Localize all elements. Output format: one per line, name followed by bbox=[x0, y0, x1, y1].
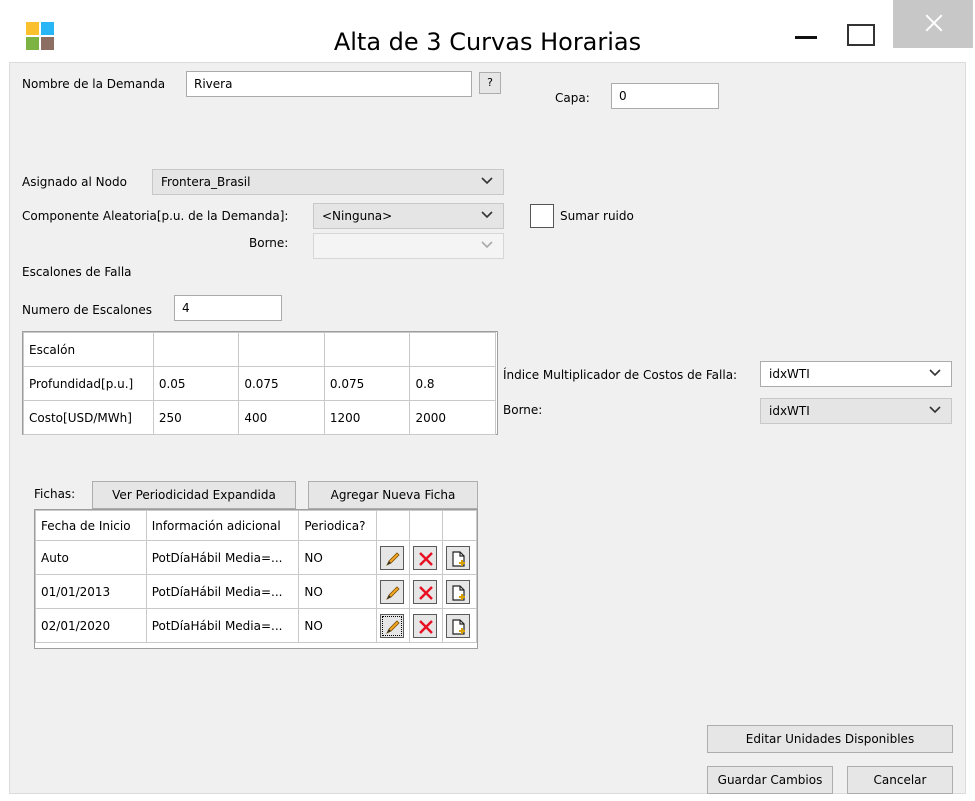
table-row: Costo[USD/MWh] 250 400 1200 2000 bbox=[23, 400, 496, 435]
help-button[interactable]: ? bbox=[479, 72, 501, 94]
edit-pencil-icon[interactable] bbox=[380, 579, 405, 604]
indice-label: Índice Multiplicador de Costos de Falla: bbox=[503, 368, 738, 382]
table-cell[interactable]: 0.075 bbox=[323, 366, 411, 401]
delete-x-icon[interactable] bbox=[413, 613, 438, 638]
cancelar-button[interactable]: Cancelar bbox=[847, 766, 953, 794]
table-cell[interactable] bbox=[409, 332, 496, 367]
agregar-ficha-button[interactable]: Agregar Nueva Ficha bbox=[308, 481, 478, 509]
nodo-select-value: Frontera_Brasil bbox=[161, 175, 251, 189]
delete-x-icon[interactable] bbox=[413, 579, 438, 604]
table-cell[interactable]: 1200 bbox=[323, 400, 411, 435]
indice-select-value: idxWTI bbox=[769, 367, 810, 381]
edit-pencil-icon[interactable] bbox=[380, 613, 405, 638]
delete-x-icon[interactable] bbox=[413, 545, 438, 570]
info-cell[interactable]: PotDíaHábil Media=... bbox=[145, 574, 300, 609]
minimize-button[interactable] bbox=[780, 0, 834, 48]
periodica-cell[interactable]: NO bbox=[298, 574, 378, 609]
table-row: Fecha de Inicio Información adicional Pe… bbox=[35, 510, 477, 541]
numero-escalones-input[interactable]: 4 bbox=[174, 295, 282, 321]
title-bar: Alta de 3 Curvas Horarias bbox=[0, 0, 975, 62]
profundidad-label: Profundidad[p.u.] bbox=[23, 366, 154, 401]
column-header: Información adicional bbox=[145, 510, 300, 541]
escalones-section-label: Escalones de Falla bbox=[22, 265, 132, 279]
copy-document-icon[interactable] bbox=[446, 613, 471, 638]
componente-select[interactable]: <Ninguna> bbox=[313, 203, 504, 229]
borne-indice-value: idxWTI bbox=[769, 404, 810, 418]
nombre-demanda-input[interactable]: Rivera bbox=[186, 71, 472, 97]
table-row: Escalón bbox=[23, 332, 496, 367]
borne-componente-select[interactable] bbox=[313, 233, 504, 259]
indice-select[interactable]: idxWTI bbox=[760, 361, 952, 387]
capa-input[interactable]: 0 bbox=[611, 83, 719, 109]
close-button[interactable] bbox=[893, 0, 973, 48]
table-cell[interactable] bbox=[323, 332, 411, 367]
chevron-down-icon bbox=[929, 404, 941, 416]
table-cell[interactable] bbox=[238, 332, 325, 367]
fichas-table: Fecha de Inicio Información adicional Pe… bbox=[34, 509, 478, 649]
info-cell[interactable]: PotDíaHábil Media=... bbox=[145, 608, 300, 643]
edit-pencil-icon[interactable] bbox=[380, 545, 405, 570]
column-header: Periodica? bbox=[298, 510, 378, 541]
escalon-header: Escalón bbox=[23, 332, 154, 367]
copy-document-icon[interactable] bbox=[446, 579, 471, 604]
fecha-cell[interactable]: 01/01/2013 bbox=[35, 574, 147, 609]
numero-escalones-label: Numero de Escalones bbox=[22, 303, 152, 317]
fecha-cell[interactable]: 02/01/2020 bbox=[35, 608, 147, 643]
borne-componente-label: Borne: bbox=[249, 236, 289, 250]
periodica-cell[interactable]: NO bbox=[298, 540, 378, 575]
chevron-down-icon bbox=[481, 175, 493, 187]
table-cell[interactable]: 0.05 bbox=[152, 366, 240, 401]
borne-indice-label: Borne: bbox=[503, 403, 543, 417]
dialog-content: Nombre de la Demanda Rivera ? Capa: 0 As… bbox=[9, 62, 966, 794]
costo-label: Costo[USD/MWh] bbox=[23, 400, 154, 435]
nodo-label: Asignado al Nodo bbox=[22, 175, 127, 189]
table-cell[interactable]: 0.8 bbox=[409, 366, 496, 401]
sumar-ruido-label: Sumar ruido bbox=[560, 209, 634, 223]
table-cell[interactable]: 250 bbox=[152, 400, 240, 435]
nodo-select[interactable]: Frontera_Brasil bbox=[152, 169, 504, 195]
chevron-down-icon bbox=[481, 209, 493, 221]
fichas-label: Fichas: bbox=[34, 487, 76, 501]
info-cell[interactable]: PotDíaHábil Media=... bbox=[145, 540, 300, 575]
chevron-down-icon bbox=[929, 367, 941, 379]
ver-periodicidad-button[interactable]: Ver Periodicidad Expandida bbox=[92, 481, 296, 509]
capa-label: Capa: bbox=[555, 91, 590, 105]
editar-unidades-button[interactable]: Editar Unidades Disponibles bbox=[707, 725, 953, 753]
fecha-cell[interactable]: Auto bbox=[35, 540, 147, 575]
copy-document-icon[interactable] bbox=[446, 545, 471, 570]
componente-label: Componente Aleatoria[p.u. de la Demanda]… bbox=[22, 209, 289, 223]
table-row: Profundidad[p.u.] 0.05 0.075 0.075 0.8 bbox=[23, 366, 496, 401]
borne-indice-select[interactable]: idxWTI bbox=[760, 398, 952, 424]
table-row[interactable]: Auto PotDíaHábil Media=... NO bbox=[35, 540, 477, 575]
table-cell[interactable]: 400 bbox=[238, 400, 325, 435]
guardar-cambios-button[interactable]: Guardar Cambios bbox=[707, 766, 833, 794]
chevron-down-icon bbox=[481, 239, 493, 251]
table-row[interactable]: 01/01/2013 PotDíaHábil Media=... NO bbox=[35, 574, 477, 609]
table-row[interactable]: 02/01/2020 PotDíaHábil Media=... NO bbox=[35, 608, 477, 643]
nombre-demanda-label: Nombre de la Demanda bbox=[22, 77, 166, 91]
sumar-ruido-checkbox[interactable] bbox=[530, 204, 554, 228]
escalones-table: Escalón Profundidad[p.u.] 0.05 0.075 0.0… bbox=[22, 331, 498, 435]
table-cell[interactable] bbox=[152, 332, 240, 367]
column-header: Fecha de Inicio bbox=[35, 510, 147, 541]
periodica-cell[interactable]: NO bbox=[298, 608, 378, 643]
table-cell[interactable]: 2000 bbox=[409, 400, 496, 435]
maximize-button[interactable] bbox=[834, 0, 888, 48]
table-cell[interactable]: 0.075 bbox=[238, 366, 325, 401]
componente-select-value: <Ninguna> bbox=[322, 209, 393, 223]
